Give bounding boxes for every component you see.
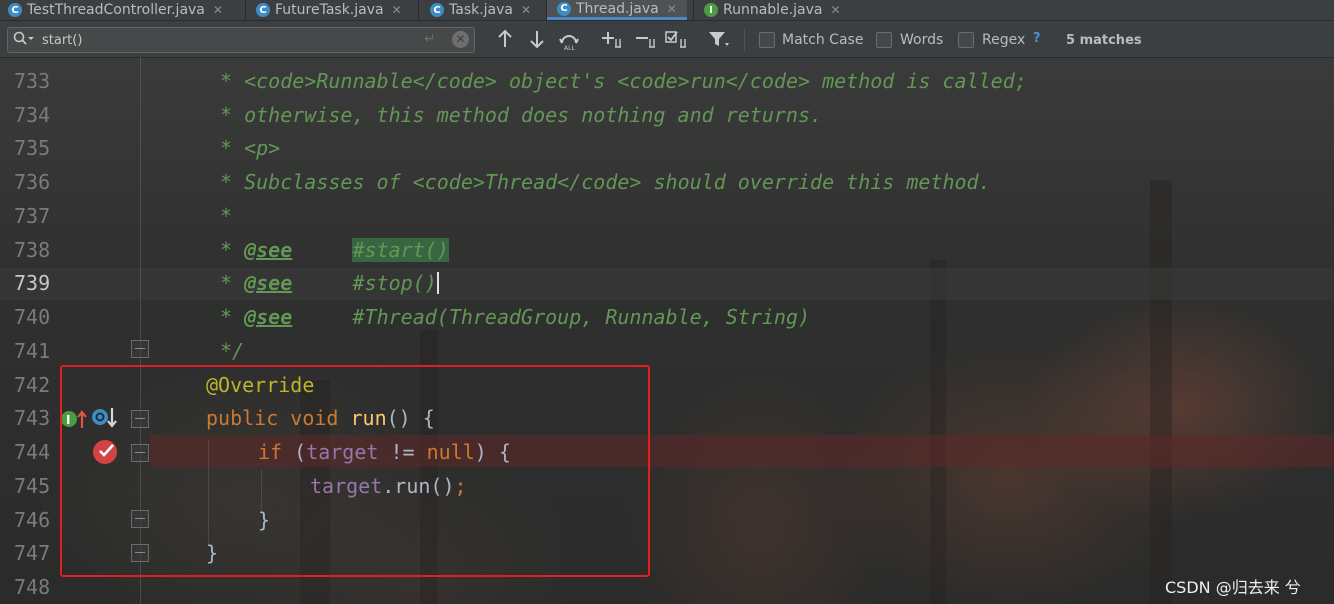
line-number: 737 — [14, 204, 51, 228]
regex-label[interactable]: Regex — [982, 32, 1025, 48]
svg-text:ALL: ALL — [564, 45, 575, 51]
background-tree — [1150, 180, 1172, 604]
close-icon[interactable]: ✕ — [213, 3, 223, 17]
editor-tab-bar: C TestThreadController.java ✕ C FutureTa… — [0, 0, 1334, 21]
line-number: 746 — [14, 508, 51, 532]
tab-runnable[interactable]: I Runnable.java ✕ — [704, 0, 841, 20]
code-line-738: * @see #start() — [220, 238, 449, 262]
regex-help-link[interactable]: ? — [1033, 31, 1041, 46]
close-icon[interactable]: ✕ — [521, 3, 531, 17]
tab-label: TestThreadController.java — [27, 2, 205, 18]
tab-thread[interactable]: C Thread.java ✕ — [547, 0, 687, 20]
background-tree — [930, 260, 946, 604]
code-line-737: * — [220, 204, 233, 228]
javadoc-see-tag: @see — [244, 271, 293, 295]
code-line-736: * Subclasses of <code>Thread</code> shou… — [220, 170, 991, 194]
class-icon: C — [430, 3, 444, 17]
previous-occurrence-icon[interactable] — [496, 29, 514, 54]
tab-divider — [418, 0, 419, 20]
add-occurrence-icon[interactable] — [600, 29, 624, 54]
find-toolbar: ↵ ✕ ALL Match Case Words Regex ? 5 match… — [0, 21, 1334, 58]
select-all-occurrences-icon[interactable]: ALL — [558, 29, 582, 56]
line-number: 741 — [14, 339, 51, 363]
line-number: 733 — [14, 69, 51, 93]
match-case-label[interactable]: Match Case — [782, 32, 863, 48]
match-case-checkbox[interactable] — [759, 32, 775, 48]
line-number: 736 — [14, 170, 51, 194]
watermark: CSDN @归去来 兮 — [1165, 578, 1301, 597]
remove-occurrence-icon[interactable] — [634, 29, 658, 54]
new-line-icon[interactable]: ↵ — [424, 31, 436, 47]
line-number: 742 — [14, 373, 51, 397]
code-line-734: * otherwise, this method does nothing an… — [220, 103, 823, 127]
toolbar-separator — [744, 29, 745, 51]
line-number: 745 — [14, 474, 51, 498]
class-icon: C — [256, 3, 270, 17]
interface-icon: I — [704, 3, 718, 17]
tab-divider — [245, 0, 246, 20]
words-checkbox[interactable] — [876, 32, 892, 48]
annotation-highlight-box — [60, 365, 650, 577]
filter-icon[interactable] — [707, 29, 731, 54]
text-caret — [436, 272, 439, 294]
select-all-checkbox-icon[interactable] — [664, 29, 690, 54]
search-field: ↵ ✕ — [7, 27, 475, 53]
caret-row-highlight — [0, 268, 1334, 300]
current-line-number: 739 — [14, 271, 51, 295]
tab-task[interactable]: C Task.java ✕ — [430, 0, 531, 20]
tab-futuretask[interactable]: C FutureTask.java ✕ — [256, 0, 402, 20]
javadoc-see-tag: @see — [244, 305, 293, 329]
tab-label: FutureTask.java — [275, 2, 384, 18]
tab-label: Task.java — [449, 2, 513, 18]
code-line-740: * @see #Thread(ThreadGroup, Runnable, St… — [220, 305, 811, 329]
line-number: 734 — [14, 103, 51, 127]
line-number: 738 — [14, 238, 51, 262]
words-label[interactable]: Words — [900, 32, 943, 48]
code-line-735: * <p> — [220, 136, 281, 160]
line-number: 744 — [14, 440, 51, 464]
match-count: 5 matches — [1066, 33, 1142, 48]
next-occurrence-icon[interactable] — [528, 29, 546, 54]
tab-label: Thread.java — [576, 0, 659, 17]
line-number: 747 — [14, 541, 51, 565]
tab-label: Runnable.java — [723, 2, 823, 18]
code-line-739: * @see #stop() — [220, 271, 439, 295]
close-icon[interactable]: ✕ — [667, 2, 677, 16]
line-number: 740 — [14, 305, 51, 329]
code-line-733: * <code>Runnable</code> object's <code>r… — [220, 69, 1027, 93]
search-input[interactable] — [40, 30, 414, 50]
class-icon: C — [8, 3, 22, 17]
clear-search-icon[interactable]: ✕ — [452, 31, 469, 48]
line-number: 735 — [14, 136, 51, 160]
line-number: 748 — [14, 575, 51, 599]
close-icon[interactable]: ✕ — [830, 3, 840, 17]
code-line-741: */ — [220, 339, 245, 363]
search-match-highlight: #start() — [352, 238, 449, 262]
tab-divider — [693, 0, 694, 20]
fold-marker-icon[interactable] — [131, 340, 149, 358]
search-history-icon[interactable] — [13, 31, 34, 49]
close-icon[interactable]: ✕ — [392, 3, 402, 17]
javadoc-see-tag: @see — [244, 238, 293, 262]
tab-testthreadcontroller[interactable]: C TestThreadController.java ✕ — [8, 0, 223, 20]
line-number: 743 — [14, 406, 51, 430]
class-icon: C — [557, 1, 571, 16]
regex-checkbox[interactable] — [958, 32, 974, 48]
